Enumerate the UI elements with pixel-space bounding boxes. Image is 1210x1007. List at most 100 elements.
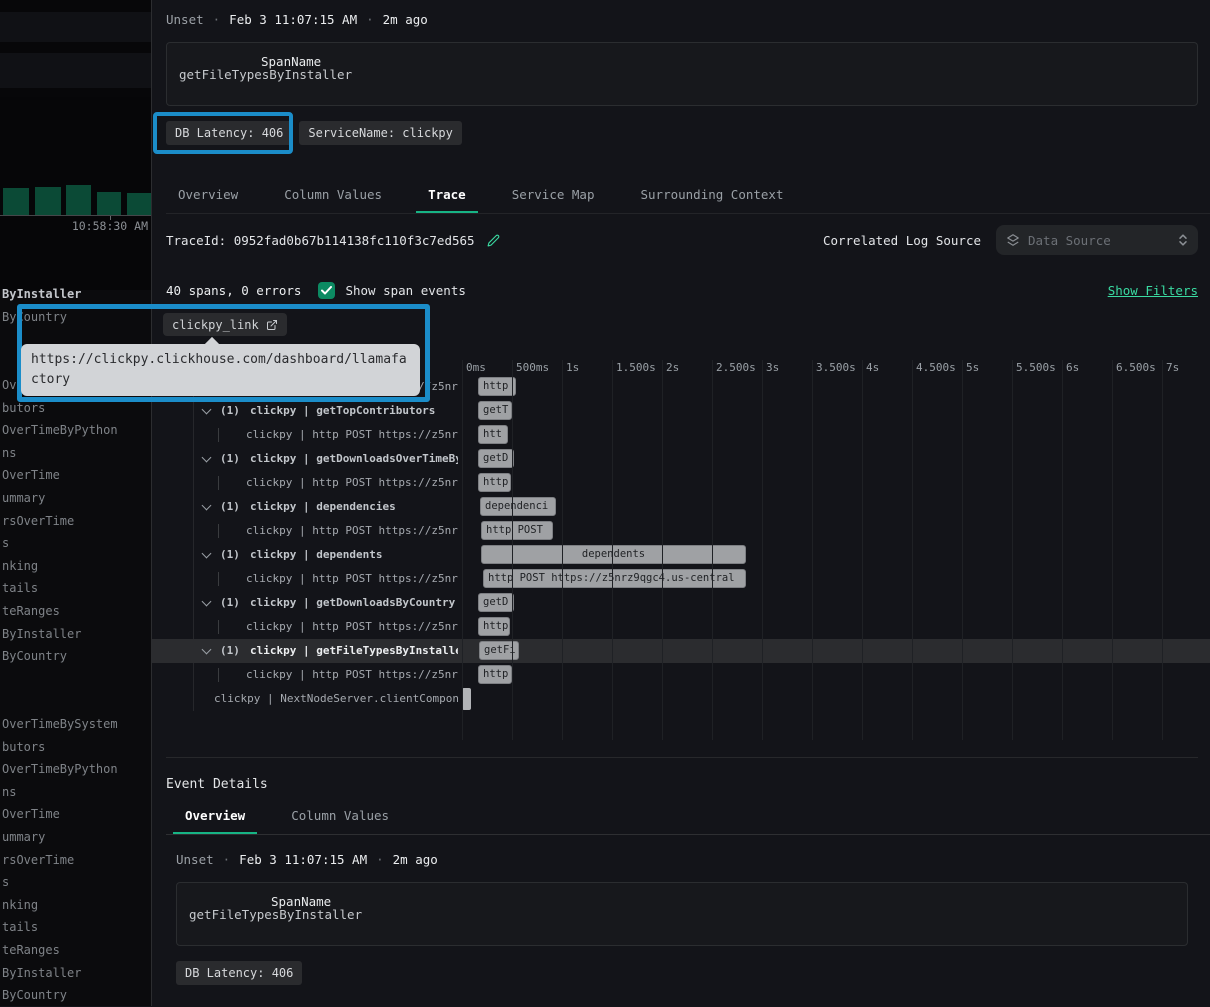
trace-span-row[interactable]: clickpy | http POST https://z5nrz9qgc4.u… [152, 471, 1210, 495]
sidebar-item[interactable]: ByInstaller [2, 962, 150, 985]
data-source-select[interactable]: Data Source [996, 225, 1198, 255]
span-name-card: SpanName getFileTypesByInstaller [166, 42, 1198, 106]
trace-span-row[interactable]: (1)clickpy | getDownloadsOverTimeBySyste… [152, 447, 1210, 471]
sidebar-item[interactable]: rsOverTime [2, 849, 150, 872]
sidebar-item[interactable]: ummary [2, 826, 150, 849]
sidebar-item[interactable]: OverTimeByPython [2, 419, 150, 442]
show-span-events-label[interactable]: Show span events [345, 283, 465, 298]
span-bar[interactable]: dependents [481, 545, 746, 564]
sidebar-item[interactable]: OverTime [2, 803, 150, 826]
sidebar-item[interactable]: tails [2, 577, 150, 600]
db-latency-badge[interactable]: DB Latency: 406 [166, 121, 292, 145]
trace-span-row[interactable]: clickpy | NextNodeServer.clientCompone [152, 687, 1210, 711]
tab-service-map[interactable]: Service Map [500, 182, 607, 213]
sidebar-item[interactable]: teRanges [2, 600, 150, 623]
sidebar-item[interactable]: nking [2, 555, 150, 578]
clickpy-link-label: clickpy_link [172, 318, 259, 332]
sidebar-item-bycountry[interactable]: ByCountry [2, 306, 150, 329]
tab-column-values[interactable]: Column Values [272, 182, 394, 213]
show-span-events-checkbox[interactable] [318, 282, 335, 299]
separator-dot: · [213, 11, 221, 29]
tab-surrounding-context[interactable]: Surrounding Context [629, 182, 796, 213]
trace-span-row[interactable]: clickpy | http POST https://z5nrz9qgc4.u… [152, 423, 1210, 447]
service-name-badge[interactable]: ServiceName: clickpy [299, 121, 462, 145]
span-bar[interactable]: http [478, 665, 512, 684]
edit-pencil-icon[interactable] [487, 234, 500, 247]
sidebar-item[interactable]: ByCountry [2, 645, 150, 668]
span-bar[interactable]: http POST https://z5nrz9qgc4.us-central [483, 569, 746, 588]
db-latency-badge[interactable]: DB Latency: 406 [176, 961, 302, 985]
span-bar[interactable]: getFi [479, 641, 519, 660]
span-label: clickpy | NextNodeServer.clientCompone [214, 687, 458, 711]
waterfall-gridline [812, 360, 813, 740]
span-bar[interactable]: getD [478, 593, 514, 612]
span-label: clickpy | http POST https://z5nrz9qgc4.u… [246, 519, 458, 543]
span-child-count: (1) [220, 639, 240, 663]
sidebar-item[interactable]: s [2, 532, 150, 555]
sidebar-item[interactable]: nking [2, 894, 150, 917]
trace-span-row[interactable]: (1)clickpy | dependenciesdependenci [152, 495, 1210, 519]
sidebar-item[interactable]: teRanges [2, 939, 150, 962]
span-bar[interactable]: http [478, 617, 510, 636]
waterfall-gridline [462, 360, 463, 740]
status-text: Unset [166, 11, 204, 29]
trace-id-row: TraceId: 0952fad0b67b114138fc110f3c7ed56… [166, 224, 1198, 256]
span-row-label-zone: clickpy | http POST https://z5nrz9qgc4.u… [152, 615, 458, 639]
sidebar-item[interactable]: ummary [2, 487, 150, 510]
trace-span-row[interactable]: clickpy | http POST https://z5nrz9qgc4.u… [152, 615, 1210, 639]
trace-span-row[interactable]: (1)clickpy | getTopContributorsgetT [152, 399, 1210, 423]
chevron-down-icon[interactable] [202, 501, 212, 511]
span-bar[interactable]: http [478, 377, 516, 396]
trace-span-row[interactable]: (1)clickpy | getFileTypesByInstallergetF… [152, 639, 1210, 663]
sidebar-item[interactable]: OverTime [2, 464, 150, 487]
chevron-down-icon[interactable] [202, 645, 212, 655]
event-tab-column-values[interactable]: Column Values [279, 803, 401, 834]
chevron-down-icon[interactable] [202, 405, 212, 415]
span-row-label-zone: clickpy | http POST https://z5nrz9qgc4.u… [152, 423, 458, 447]
sidebar-item[interactable]: OverTimeBySystem [2, 713, 150, 736]
trace-span-row[interactable]: clickpy | http POST https://z5nrz9qgc4.u… [152, 519, 1210, 543]
trace-span-row[interactable]: (1)clickpy | dependentsdependents [152, 543, 1210, 567]
tab-trace[interactable]: Trace [416, 182, 478, 213]
span-bar[interactable]: http [478, 473, 511, 492]
sidebar-item[interactable]: butors [2, 736, 150, 759]
show-filters-link[interactable]: Show Filters [1108, 283, 1198, 298]
span-row-label-zone: (1)clickpy | getDownloadsByCountry [152, 591, 458, 615]
waterfall-axis-tick: 6s [1066, 361, 1079, 374]
span-bar[interactable]: htt [478, 425, 508, 444]
sidebar-item-byinstaller[interactable]: ByInstaller [2, 283, 150, 306]
trace-span-row[interactable]: (1)clickpy | getDownloadsByCountry getD [152, 591, 1210, 615]
chevron-down-icon[interactable] [202, 549, 212, 559]
badges-row: DB Latency: 406 ServiceName: clickpy [166, 121, 462, 145]
sidebar-item[interactable]: ByInstaller [2, 623, 150, 646]
sidebar: 10:58:30 AM ByInstallerByCountry Ovbutor… [0, 0, 152, 1006]
sidebar-item[interactable]: ns [2, 442, 150, 465]
mini-chart-bar [127, 193, 151, 215]
sidebar-item[interactable]: ns [2, 781, 150, 804]
layers-icon [1006, 233, 1020, 247]
sidebar-item[interactable]: OverTimeByPython [2, 758, 150, 781]
sidebar-band [0, 0, 151, 12]
waterfall-gridline [1012, 360, 1013, 740]
trace-span-row[interactable]: clickpy | http POST https://z5nrz9qgc4.u… [152, 567, 1210, 591]
span-bar[interactable]: http POST [481, 521, 553, 540]
waterfall-axis-tick: 500ms [516, 361, 549, 374]
sidebar-item[interactable]: ByCountry [2, 984, 150, 1007]
clickpy-link-button[interactable]: clickpy_link [163, 313, 287, 336]
span-bar[interactable]: getT [478, 401, 512, 420]
sidebar-item[interactable]: s [2, 871, 150, 894]
separator-dot: · [376, 851, 384, 869]
sidebar-item[interactable]: butors [2, 397, 150, 420]
chevron-down-icon[interactable] [202, 453, 212, 463]
event-tab-overview[interactable]: Overview [173, 803, 257, 834]
sidebar-item[interactable]: rsOverTime [2, 510, 150, 533]
chevron-down-icon[interactable] [202, 597, 212, 607]
span-bar[interactable]: dependenci [480, 497, 556, 516]
span-bar[interactable] [462, 688, 471, 710]
waterfall-axis-tick: 1.500s [616, 361, 656, 374]
tab-overview[interactable]: Overview [166, 182, 250, 213]
waterfall-gridline [712, 360, 713, 740]
trace-span-row[interactable]: clickpy | http POST https://z5nrz9qgc4.u… [152, 663, 1210, 687]
sidebar-item[interactable]: tails [2, 916, 150, 939]
span-bar[interactable]: getD [478, 449, 514, 468]
